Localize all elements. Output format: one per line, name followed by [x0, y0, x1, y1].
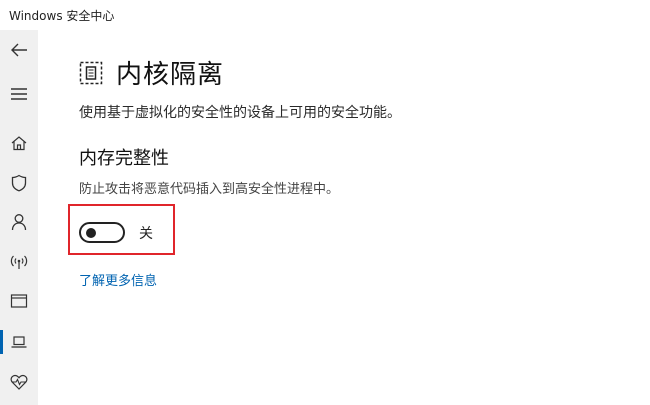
app-browser-icon [10, 294, 28, 308]
sidebar-item-home[interactable] [0, 125, 38, 161]
title-bar: Windows 安全中心 [0, 0, 650, 30]
sidebar-item-device-security[interactable] [0, 324, 38, 360]
memory-integrity-toggle[interactable] [79, 222, 125, 243]
toggle-knob [86, 227, 96, 238]
back-arrow-icon [11, 43, 27, 57]
back-button[interactable] [0, 32, 38, 68]
page-description: 使用基于虚拟化的安全性的设备上可用的安全功能。 [79, 105, 401, 121]
core-isolation-icon [79, 61, 103, 84]
learn-more-link[interactable]: 了解更多信息 [79, 270, 157, 289]
sidebar-item-account-protection[interactable] [0, 204, 38, 240]
wireless-icon [10, 255, 28, 269]
laptop-icon [11, 336, 27, 348]
active-indicator [0, 330, 3, 354]
sidebar-item-firewall-network[interactable] [0, 244, 38, 280]
memory-integrity-title: 内存完整性 [79, 148, 169, 169]
menu-button[interactable] [0, 76, 38, 112]
person-icon [11, 214, 27, 231]
sidebar-item-virus-protection[interactable] [0, 165, 38, 201]
main-content: 内核隔离 使用基于虚拟化的安全性的设备上可用的安全功能。 内存完整性 防止攻击将… [38, 30, 650, 405]
home-icon [11, 136, 27, 151]
heart-health-icon [10, 375, 28, 390]
sidebar-item-device-performance[interactable] [0, 364, 38, 400]
security-center-window: Windows 安全中心 内核隔离 使用基于虚拟化的安全性的设备上可用的安全功能… [0, 0, 650, 405]
toggle-state-label: 关 [139, 225, 153, 242]
page-title: 内核隔离 [116, 60, 225, 90]
sidebar-item-app-browser-control[interactable] [0, 283, 38, 319]
shield-icon [11, 174, 27, 192]
hamburger-menu-icon [11, 88, 27, 100]
sidebar-nav [0, 30, 38, 405]
app-title: Windows 安全中心 [9, 9, 115, 23]
memory-integrity-toggle-row[interactable]: 关 [79, 222, 153, 243]
memory-integrity-description: 防止攻击将恶意代码插入到高安全性进程中。 [79, 182, 340, 197]
page-header: 内核隔离 [79, 54, 224, 91]
